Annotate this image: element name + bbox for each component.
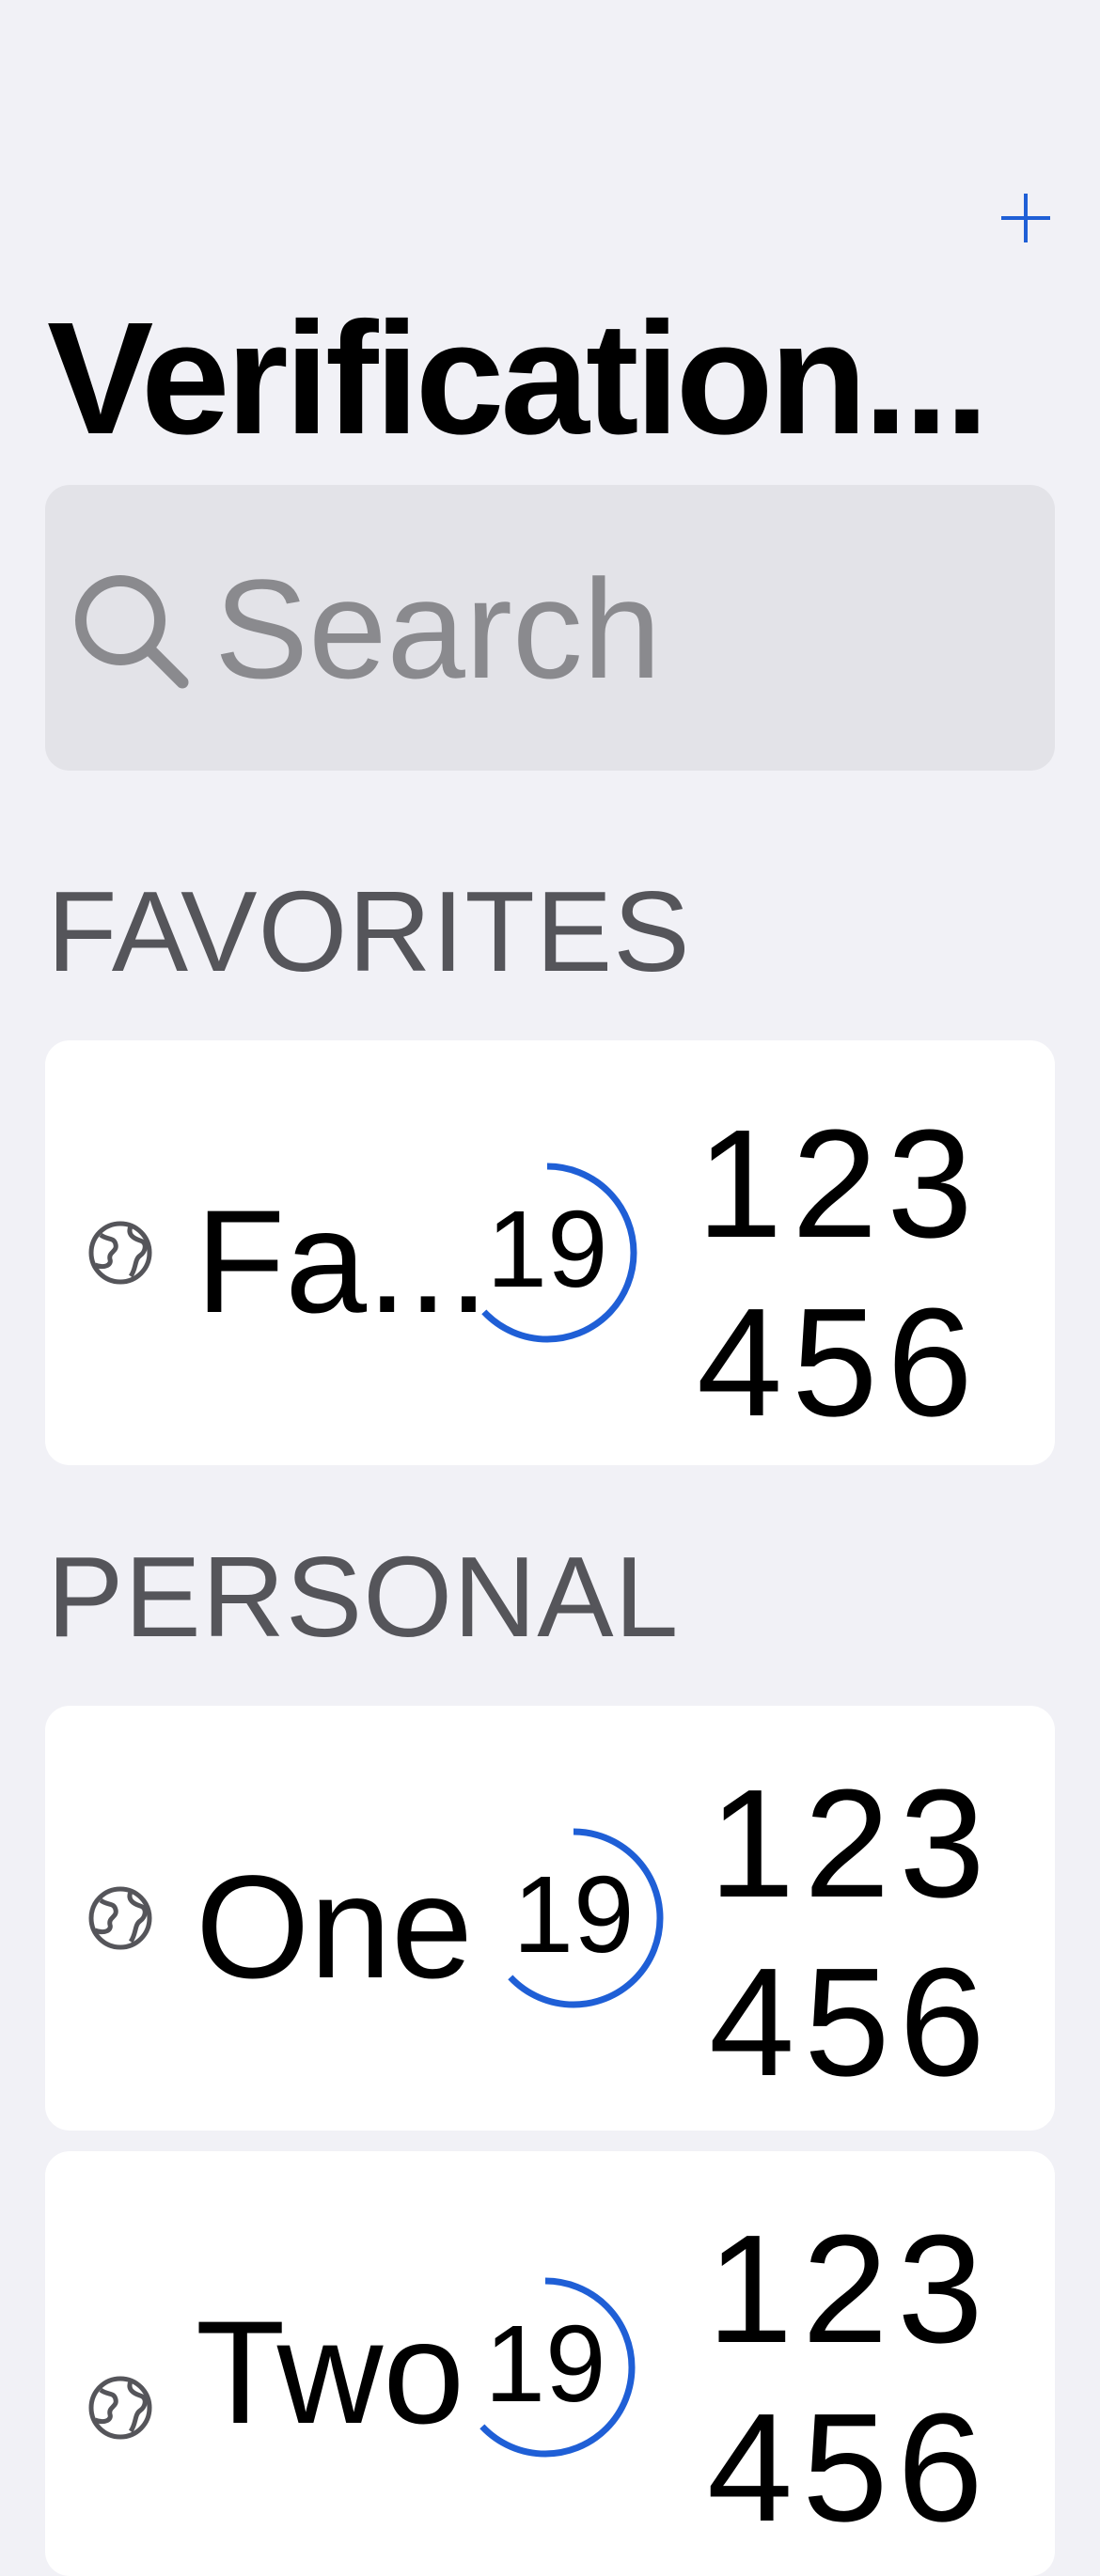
countdown-timer: 19 [451,2273,639,2461]
code-top: 123 [697,1098,982,1270]
countdown-value: 19 [484,2303,606,2425]
account-name: Two [196,2291,465,2455]
page-title: Verification... [47,299,989,459]
list-item-favorite[interactable]: Fa... 19 123 456 [45,1040,1055,1465]
section-header-favorites: FAVORITES [47,867,691,995]
search-placeholder: Search [214,550,662,708]
account-name: Fa... [196,1180,490,1344]
countdown-timer: 19 [479,1824,668,2012]
search-field[interactable]: Search [45,485,1055,771]
code-top: 123 [709,1757,995,1929]
list-item-one[interactable]: One 19 123 456 [45,1706,1055,2131]
search-icon [75,575,189,689]
code-bottom: 456 [697,1276,982,1448]
plus-icon [1001,194,1050,242]
globe-icon [88,1221,152,1285]
account-name: One [196,1846,473,2009]
list-item-two[interactable]: Two 19 123 456 [45,2151,1055,2576]
code-bottom: 456 [709,1936,995,2108]
section-header-personal: PERSONAL [47,1533,680,1661]
add-button[interactable] [998,190,1054,246]
globe-icon [88,2376,152,2440]
countdown-timer: 19 [453,1159,641,1347]
globe-icon [88,1886,152,1950]
code-top: 123 [707,2203,993,2375]
countdown-value: 19 [512,1853,635,1975]
countdown-value: 19 [486,1188,608,1310]
code-bottom: 456 [707,2381,993,2553]
